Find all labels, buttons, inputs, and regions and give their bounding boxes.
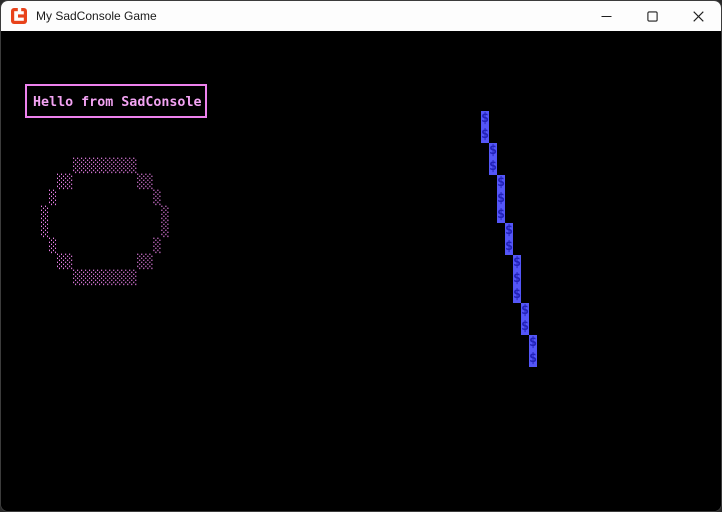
hello-text: Hello from SadConsole (33, 95, 202, 110)
close-button[interactable] (675, 1, 721, 31)
line-cell: $ (497, 207, 506, 223)
line-cell: $ (513, 287, 522, 303)
line-cell: $ (505, 223, 514, 239)
line-cell: $ (513, 255, 522, 271)
line-cell: $ (513, 271, 522, 287)
line-cell: $ (521, 319, 530, 335)
titlebar[interactable]: My SadConsole Game (1, 1, 721, 31)
app-window: My SadConsole Game Hello from SadConsole… (0, 0, 722, 512)
ascii-circle: ░░░░░░░░ ░░ ░░ ░ ░ ░ ░ ░ ░ ░ ░ ░░ ░░ ░░░… (41, 159, 170, 286)
line-cell: $ (529, 335, 538, 351)
line-cell: $ (505, 239, 514, 255)
line-cell: $ (489, 159, 498, 175)
maximize-icon (646, 10, 658, 22)
minimize-icon (601, 15, 611, 17)
line-cell: $ (497, 175, 506, 191)
line-cell: $ (481, 111, 490, 127)
line-cell: $ (481, 127, 490, 143)
sadconsole-logo-icon (11, 7, 27, 24)
minimize-button[interactable] (583, 1, 629, 31)
maximize-button[interactable] (629, 1, 675, 31)
line-cell: $ (529, 351, 538, 367)
line-cell: $ (497, 191, 506, 207)
window-title: My SadConsole Game (36, 9, 157, 23)
game-console-surface[interactable]: Hello from SadConsole ░░░░░░░░ ░░ ░░ ░ ░… (1, 31, 721, 511)
close-icon (692, 10, 704, 22)
line-cell: $ (521, 303, 530, 319)
line-cell: $ (489, 143, 498, 159)
